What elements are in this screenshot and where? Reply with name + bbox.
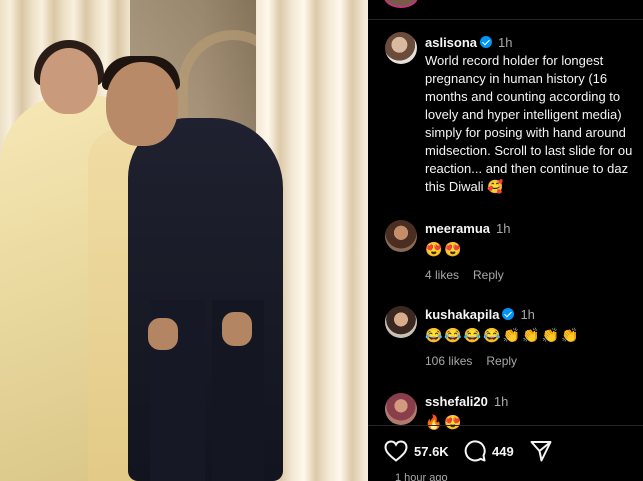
- author-username[interactable]: aslisona: [425, 35, 477, 50]
- comment-text: 😂😂😂😂👏👏👏👏: [425, 327, 581, 343]
- comment-avatar[interactable]: [385, 220, 417, 252]
- caption-line: reaction... and then continue to daz: [425, 161, 629, 176]
- post-timestamp: 1 hour ago: [395, 472, 448, 481]
- header-avatar[interactable]: [384, 0, 418, 8]
- post-caption: aslisona 1h World record holder for longe…: [425, 34, 643, 196]
- comment-username[interactable]: meeramua: [425, 221, 490, 236]
- heart-icon: [384, 440, 408, 462]
- caption-line: this Diwali 🥰: [425, 179, 504, 194]
- comment-username[interactable]: kushakapila: [425, 307, 499, 322]
- comment-likes[interactable]: 4 likes: [425, 268, 459, 282]
- comment-icon: [464, 440, 486, 462]
- photo-man-hand-left: [148, 318, 178, 350]
- comment-time: 1h: [520, 307, 535, 322]
- caption-line: pregnancy in human history (16: [425, 71, 608, 86]
- comment-item: meeramua 1h 😍😍 4 likes Reply: [385, 220, 511, 284]
- post-side-panel: aslisona 1h World record holder for longe…: [368, 0, 643, 481]
- comment-text: 😍😍: [425, 241, 464, 257]
- caption-line: World record holder for longest: [425, 53, 604, 68]
- verified-icon: [502, 308, 515, 320]
- likes-count: 57.6K: [414, 443, 449, 459]
- post-time: 1h: [498, 35, 513, 50]
- share-button[interactable]: [530, 440, 552, 462]
- caption-line: months and counting according to: [425, 89, 621, 104]
- comment-likes[interactable]: 106 likes: [425, 354, 472, 368]
- comment-reply-button[interactable]: Reply: [473, 268, 504, 282]
- comment-avatar[interactable]: [385, 393, 417, 425]
- comment-username[interactable]: sshefali20: [425, 394, 488, 409]
- comment-avatar[interactable]: [385, 306, 417, 338]
- photo-man-face: [106, 62, 178, 146]
- top-strip: [368, 0, 643, 20]
- post-photo[interactable]: [0, 0, 368, 481]
- photo-woman-face: [40, 48, 98, 114]
- like-button[interactable]: 57.6K: [384, 440, 449, 462]
- caption-line: midsection. Scroll to last slide for ou: [425, 143, 633, 158]
- post-author-avatar-wrap: [385, 32, 417, 64]
- comments-count: 449: [492, 443, 514, 459]
- comment-item: kushakapila 1h 😂😂😂😂👏👏👏👏 106 likes Reply: [385, 306, 580, 370]
- verified-icon: [480, 36, 493, 48]
- photo-man-hand-right: [222, 312, 252, 346]
- caption-line: simply for posing with hand around: [425, 125, 626, 140]
- comment-time: 1h: [496, 221, 511, 236]
- post-action-bar: 57.6K 449 1 hour ago: [368, 425, 643, 481]
- comment-button[interactable]: 449: [464, 440, 514, 462]
- caption-line: lovely and hyper intelligent media): [425, 107, 622, 122]
- comment-reply-button[interactable]: Reply: [486, 354, 517, 368]
- author-avatar[interactable]: [385, 32, 417, 64]
- share-icon: [530, 441, 552, 462]
- comment-time: 1h: [493, 394, 509, 409]
